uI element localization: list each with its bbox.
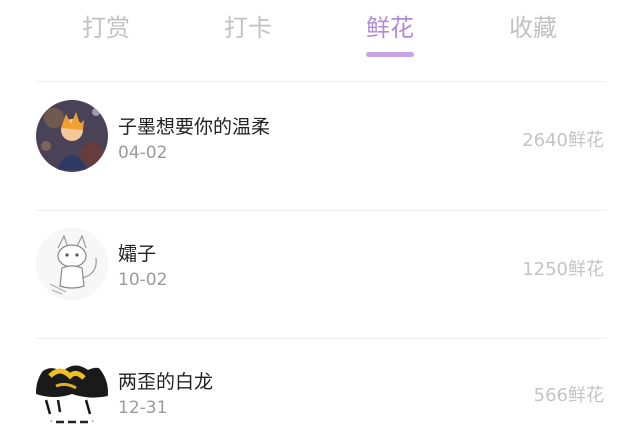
tab-checkin[interactable]: 打卡: [188, 10, 308, 46]
list-item[interactable]: 子墨想要你的温柔 04-02 2640鲜花: [0, 82, 640, 210]
user-name: 孀子: [118, 243, 157, 265]
list-item[interactable]: 两歪的白龙 12-31 566鲜花: [0, 339, 640, 446]
user-name: 子墨想要你的温柔: [118, 116, 271, 138]
tab-reward[interactable]: 打赏: [46, 10, 166, 46]
ink-painting-avatar[interactable]: [36, 356, 108, 428]
record-date: 12-31: [118, 398, 168, 418]
record-date: 10-02: [118, 270, 168, 290]
tab-bar: 打赏 打卡 鲜花 收藏: [0, 0, 640, 62]
user-name: 两歪的白龙: [118, 371, 214, 393]
record-date: 04-02: [118, 143, 168, 163]
tab-favorites[interactable]: 收藏: [473, 10, 593, 46]
anime-character-avatar[interactable]: [36, 100, 108, 172]
active-tab-indicator: [366, 52, 414, 57]
flower-amount: 566鲜花: [533, 385, 604, 406]
tab-flowers-label: 鲜花: [366, 14, 414, 42]
flower-amount: 1250鲜花: [522, 259, 604, 280]
tab-flowers[interactable]: 鲜花: [330, 10, 450, 57]
flower-amount: 2640鲜花: [522, 130, 604, 151]
gift-records-screen: 打赏 打卡 鲜花 收藏 子墨想要你的温柔 04-02 2640鲜花 孀子 10-…: [0, 0, 640, 446]
list-item[interactable]: 孀子 10-02 1250鲜花: [0, 211, 640, 339]
sketch-fox-avatar[interactable]: [36, 228, 108, 300]
